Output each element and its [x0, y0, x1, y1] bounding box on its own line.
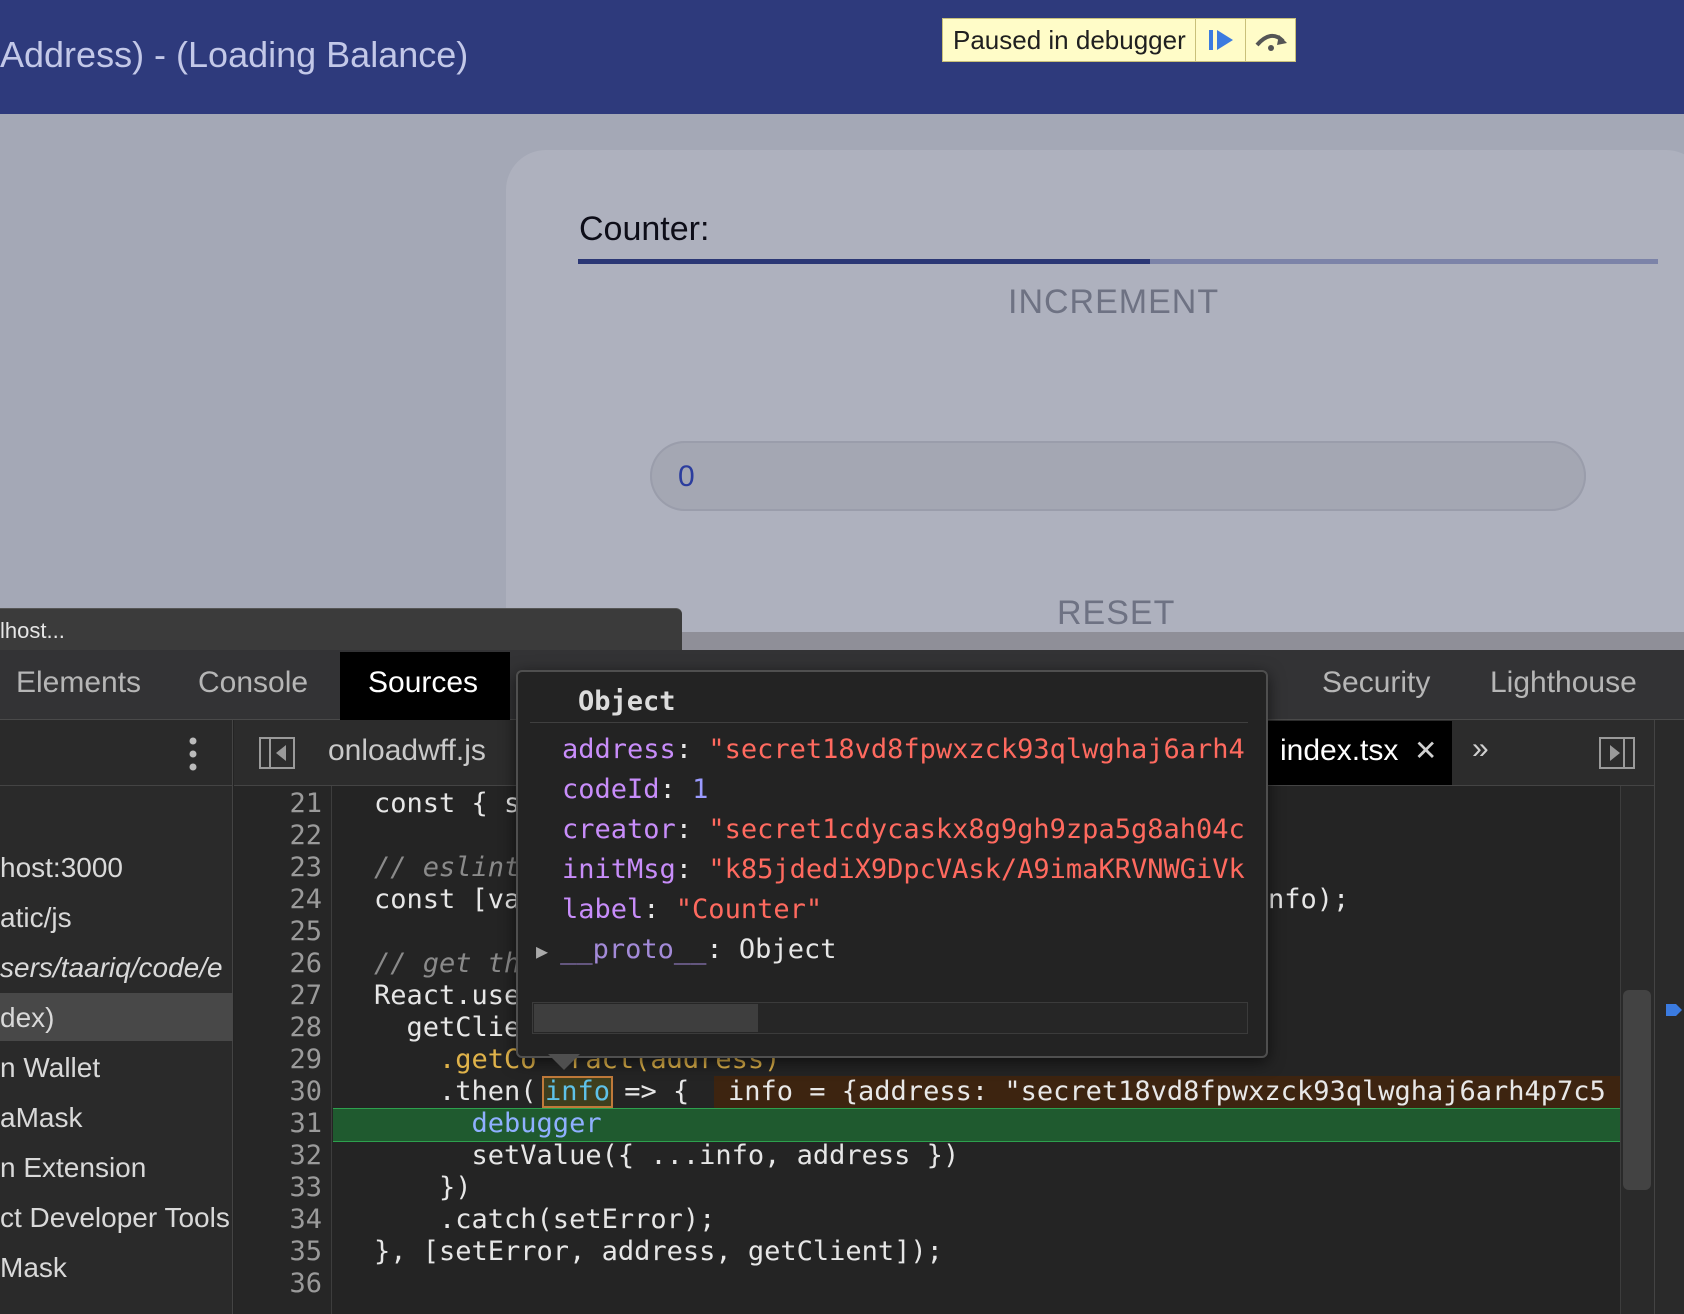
- line-number[interactable]: 21: [234, 788, 322, 819]
- counter-progress-fill: [578, 259, 1150, 264]
- step-over-icon: [1254, 33, 1287, 51]
- resume-button[interactable]: [1195, 19, 1245, 61]
- popover-property[interactable]: address: "secret18vd8fpwxzck93qlwghaj6ar…: [562, 734, 1248, 765]
- tab-security[interactable]: Security: [1322, 666, 1430, 700]
- property-value: "k85jdediX9DpcVAsk/A9imaKRVNWGiVk: [708, 854, 1245, 885]
- property-value: "Counter": [675, 894, 823, 925]
- code-line: .then(: [374, 1076, 537, 1107]
- line-number[interactable]: 30: [234, 1076, 322, 1107]
- popover-title: Object: [578, 686, 676, 717]
- property-value: 1: [692, 774, 709, 805]
- popover-proto[interactable]: ▶ __proto__: Object: [536, 934, 1222, 965]
- tab-lighthouse[interactable]: Lighthouse: [1490, 666, 1637, 700]
- counter-value: 0: [678, 460, 695, 493]
- code-line: // eslint: [374, 852, 521, 883]
- expand-triangle-icon[interactable]: ▶: [536, 939, 560, 963]
- navigator-item[interactable]: Mask: [0, 1252, 67, 1284]
- navigator-item[interactable]: host:3000: [0, 852, 123, 884]
- proto-key: __proto__: [560, 934, 707, 965]
- line-number[interactable]: 33: [234, 1172, 322, 1203]
- close-icon[interactable]: ✕: [1414, 734, 1437, 767]
- devtools-resizer[interactable]: [682, 632, 1684, 650]
- hovered-variable[interactable]: info: [542, 1076, 614, 1108]
- property-key: creator: [562, 814, 676, 845]
- navigator-header: [0, 720, 233, 786]
- property-key: codeId: [562, 774, 660, 805]
- code-line: const [va: [374, 884, 521, 915]
- line-number[interactable]: 35: [234, 1236, 322, 1267]
- toggle-navigator-button[interactable]: [258, 736, 296, 775]
- proto-value: Object: [738, 934, 837, 965]
- popover-property[interactable]: label: "Counter": [562, 894, 1248, 925]
- reset-button[interactable]: RESET: [1057, 594, 1175, 633]
- code-line: .catch(setError);: [374, 1204, 716, 1235]
- toggle-navigator-icon: [259, 737, 295, 769]
- app-title: Address) - (Loading Balance): [0, 34, 469, 75]
- line-number[interactable]: 29: [234, 1044, 322, 1075]
- property-key: label: [562, 894, 644, 925]
- paused-debugger-banner: Paused in debugger: [942, 18, 1296, 62]
- code-line-current: debugger: [374, 1108, 602, 1139]
- popover-divider: [530, 722, 1248, 723]
- code-line: const { s: [374, 788, 521, 819]
- line-number[interactable]: 34: [234, 1204, 322, 1235]
- tab-sources[interactable]: Sources: [368, 666, 478, 700]
- line-number[interactable]: 27: [234, 980, 322, 1011]
- line-number[interactable]: 26: [234, 948, 322, 979]
- line-number[interactable]: 36: [234, 1268, 322, 1299]
- property-key: address: [562, 734, 676, 765]
- file-tab-onloadwff[interactable]: onloadwff.js: [328, 734, 486, 768]
- property-value: "secret18vd8fpwxzck93qlwghaj6arh4: [708, 734, 1245, 765]
- window-host-bar: [0, 608, 682, 650]
- editor-scroll-thumb[interactable]: [1623, 990, 1651, 1190]
- increment-button[interactable]: INCREMENT: [1008, 283, 1219, 322]
- line-number[interactable]: 31: [234, 1108, 322, 1139]
- code-line: }): [374, 1172, 472, 1203]
- execution-arrow-icon: [1664, 1000, 1684, 1020]
- code-line: setValue({ ...info, address }): [374, 1140, 960, 1171]
- code-line: React.use: [374, 980, 521, 1011]
- navigator-item[interactable]: n Extension: [0, 1152, 146, 1184]
- navigator-item[interactable]: atic/js: [0, 902, 72, 934]
- popover-scroll-thumb[interactable]: [534, 1004, 758, 1032]
- code-line: }, [setError, address, getClient]);: [374, 1236, 943, 1267]
- navigator-item[interactable]: sers/taariq/code/e: [0, 952, 223, 984]
- more-tabs-icon[interactable]: »: [1472, 732, 1489, 766]
- property-value: "secret1cdycaskx8g9gh9zpa5g8ah04c: [708, 814, 1245, 845]
- line-number[interactable]: 25: [234, 916, 322, 947]
- line-number[interactable]: 22: [234, 820, 322, 851]
- code-line: // get th: [374, 948, 521, 979]
- tab-console[interactable]: Console: [198, 666, 308, 700]
- inline-value: info = {address: "secret18vd8fpwxzck93ql…: [728, 1076, 1606, 1107]
- popover-property[interactable]: initMsg: "k85jdediX9DpcVAsk/A9imaKRVNWGi…: [562, 854, 1248, 885]
- code-line-fragment: => {: [608, 1076, 690, 1107]
- navigator-item[interactable]: aMask: [0, 1102, 82, 1134]
- window-host-text: lhost...: [0, 618, 65, 643]
- more-options-button[interactable]: [188, 736, 198, 777]
- line-number[interactable]: 28: [234, 1012, 322, 1043]
- popover-pointer: [548, 1054, 580, 1070]
- step-over-button[interactable]: [1245, 19, 1295, 61]
- navigator-item[interactable]: dex): [0, 1002, 54, 1034]
- toggle-debugger-icon: [1599, 737, 1635, 769]
- paused-text: Paused in debugger: [953, 24, 1186, 55]
- counter-field[interactable]: [650, 441, 1586, 511]
- resume-icon: [1208, 30, 1233, 50]
- navigator-item[interactable]: n Wallet: [0, 1052, 100, 1084]
- popover-property[interactable]: creator: "secret1cdycaskx8g9gh9zpa5g8ah0…: [562, 814, 1248, 845]
- line-number[interactable]: 24: [234, 884, 322, 915]
- popover-property[interactable]: codeId: 1: [562, 774, 1248, 805]
- counter-label: Counter:: [579, 210, 710, 248]
- tab-elements[interactable]: Elements: [16, 666, 141, 700]
- code-line: getClie: [374, 1012, 521, 1043]
- navigator-item[interactable]: ct Developer Tools: [0, 1202, 230, 1234]
- kebab-menu-icon: [189, 737, 197, 771]
- toggle-debugger-button[interactable]: [1598, 736, 1636, 775]
- property-key: initMsg: [562, 854, 676, 885]
- file-tab-index[interactable]: index.tsx: [1280, 734, 1398, 768]
- line-number[interactable]: 23: [234, 852, 322, 883]
- line-number[interactable]: 32: [234, 1140, 322, 1171]
- code-line-fragment: nfo);: [1268, 884, 1350, 915]
